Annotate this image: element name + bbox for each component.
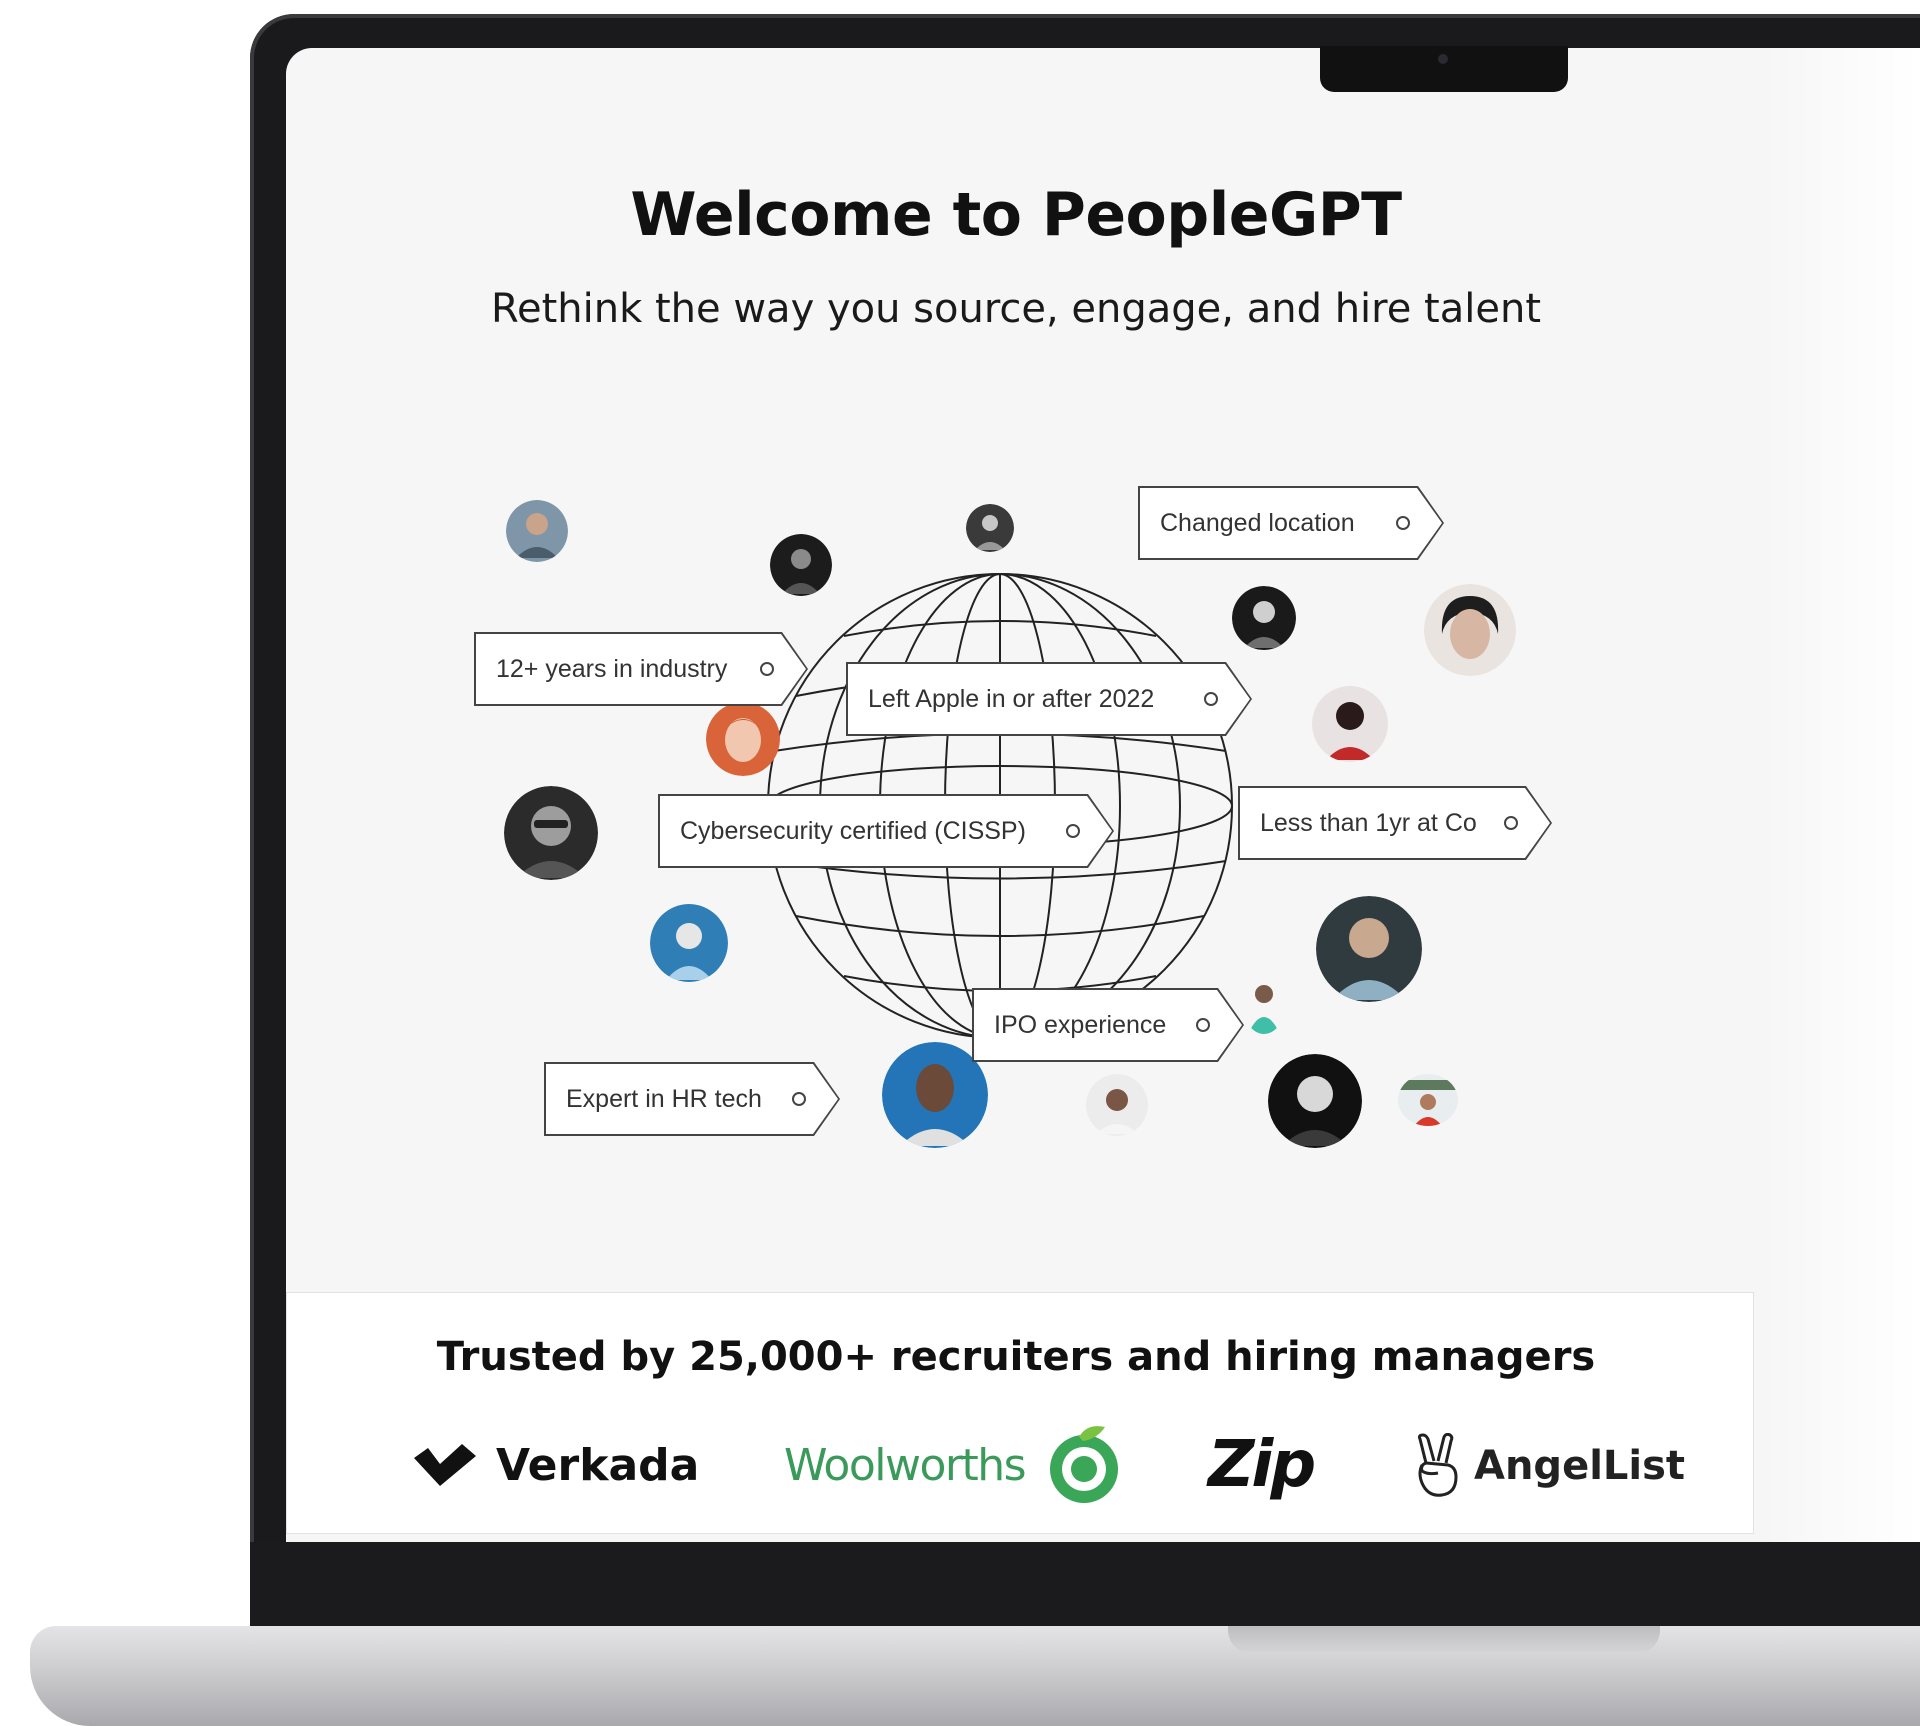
avatar: [706, 702, 780, 776]
avatar: [1312, 686, 1388, 762]
avatar: [1248, 985, 1280, 1034]
laptop-mockup: Welcome to PeopleGPT Rethink the way you…: [0, 0, 1920, 1726]
page-subtitle: Rethink the way you source, engage, and …: [491, 286, 1541, 332]
filter-tag-hr-tech[interactable]: Expert in HR tech: [544, 1062, 840, 1136]
avatar: [1086, 1074, 1148, 1136]
radio-dot-icon: [1066, 824, 1080, 838]
filter-tag-label: Cybersecurity certified (CISSP): [660, 796, 1112, 866]
logo-angellist: AngelList: [1412, 1428, 1685, 1504]
laptop-hinge: [1228, 1626, 1660, 1654]
avatar: [650, 904, 728, 982]
avatar: [1316, 896, 1422, 1002]
radio-dot-icon: [792, 1092, 806, 1106]
logo-woolworths: Woolworths: [784, 1420, 1129, 1510]
avatar: [770, 534, 832, 596]
trusted-by-text: Trusted by 25,000+ recruiters and hiring…: [436, 1334, 1596, 1380]
logo-angellist-name: AngelList: [1474, 1443, 1686, 1489]
verkada-check-icon: [414, 1444, 476, 1486]
avatar: [1232, 586, 1296, 650]
radio-dot-icon: [760, 662, 774, 676]
woolworths-apple-icon: [1050, 1426, 1119, 1503]
filter-tag-less-than-1yr[interactable]: Less than 1yr at Co: [1238, 786, 1552, 860]
logo-woolworths-name: Woolworths: [784, 1439, 1027, 1491]
page-title: Welcome to PeopleGPT: [630, 180, 1402, 250]
avatar: [1398, 1074, 1458, 1126]
filter-tag-cissp[interactable]: Cybersecurity certified (CISSP): [658, 794, 1114, 868]
bottom-bezel: [250, 1542, 1920, 1628]
camera-notch: [1320, 46, 1568, 92]
filter-tag-label: Left Apple in or after 2022: [848, 664, 1250, 734]
filter-tag-left-apple[interactable]: Left Apple in or after 2022: [846, 662, 1252, 736]
avatar: [504, 786, 598, 880]
filter-tag-changed-location[interactable]: Changed location: [1138, 486, 1444, 560]
avatar: [506, 500, 568, 562]
logo-zip: Zip: [1208, 1420, 1316, 1510]
logo-verkada-name: Verkada: [496, 1439, 700, 1491]
radio-dot-icon: [1196, 1018, 1210, 1032]
avatar: [1268, 1054, 1362, 1148]
filter-tag-12-years[interactable]: 12+ years in industry: [474, 632, 808, 706]
filter-tag-label: 12+ years in industry: [476, 634, 806, 704]
victory-hand-icon: [1417, 1433, 1458, 1497]
camera-icon: [1438, 54, 1448, 64]
filter-tag-ipo[interactable]: IPO experience: [972, 988, 1244, 1062]
screen-edge-fade: [1760, 48, 1920, 1542]
radio-dot-icon: [1504, 816, 1518, 830]
radio-dot-icon: [1396, 516, 1410, 530]
logo-verkada: Verkada: [412, 1430, 699, 1500]
avatar: [1424, 584, 1516, 676]
logo-zip-name: Zip: [1208, 1428, 1316, 1502]
radio-dot-icon: [1204, 692, 1218, 706]
avatar: [966, 504, 1014, 552]
